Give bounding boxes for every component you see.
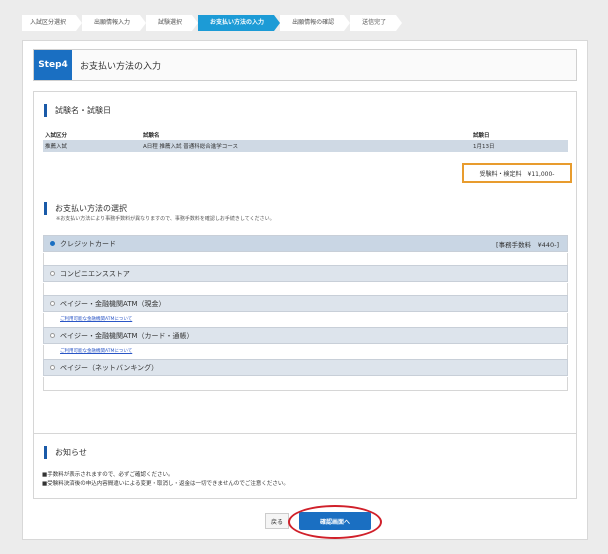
cell-category: 推薦入試 — [43, 140, 143, 152]
notice-section: お知らせ ■手数料が表示されますので、必ずご確認ください。 ■受験料決済後の申込… — [33, 433, 577, 499]
notice-line: ■受験料決済後の申込内容間違いによる変更・取消し・返金は一切できませんのでご注意… — [42, 481, 289, 487]
step-header: Step4 お支払い方法の入力 — [33, 49, 577, 81]
option-spacer — [43, 253, 568, 265]
breadcrumb-step-5: 出願情報の確認 — [280, 15, 351, 31]
notice-title-text: お知らせ — [55, 448, 87, 457]
radio-icon[interactable] — [50, 271, 55, 276]
radio-icon[interactable] — [50, 365, 55, 370]
notice-line: ■手数料が表示されますので、必ずご確認ください。 — [42, 472, 174, 478]
payment-option-payeasy-atm-card[interactable]: ペイジー・金融機関ATM（カード・通帳） — [43, 327, 568, 344]
breadcrumb-step-2: 出願情報入力 — [82, 15, 147, 31]
notice-text: ■手数料が表示されますので、必ずご確認ください。 ■受験料決済後の申込内容間違い… — [42, 471, 289, 489]
table-row: 推薦入試 A日程 推薦入試 普通科総合進学コース 1月13日 — [43, 140, 568, 152]
option-label: ペイジー（ネットバンキング） — [60, 363, 159, 372]
payment-option-payeasy-netbanking[interactable]: ペイジー（ネットバンキング） — [43, 359, 568, 376]
breadcrumb-step-1: 入試区分選択 — [22, 15, 83, 31]
exam-table: 入試区分 試験名 試験日 推薦入試 A日程 推薦入試 普通科総合進学コース 1月… — [43, 130, 568, 152]
button-area: 戻る 確認画面へ — [23, 505, 589, 539]
radio-selected-icon[interactable] — [50, 241, 55, 246]
header-exam-date: 試験日 — [473, 133, 490, 139]
handling-fee: [事務手数料 ¥440-] — [496, 240, 559, 249]
option-label: クレジットカード — [60, 239, 116, 248]
option-label: ペイジー・金融機関ATM（カード・通帳） — [60, 331, 194, 340]
payment-option-convenience-store[interactable]: コンビニエンスストア — [43, 265, 568, 282]
exam-table-header: 入試区分 試験名 試験日 — [43, 130, 568, 140]
section-bar — [44, 446, 47, 459]
radio-icon[interactable] — [50, 301, 55, 306]
exam-fee-box: 受験料・検定料 ¥11,000- — [462, 163, 572, 183]
section-bar — [44, 202, 47, 215]
option-label: コンビニエンスストア — [60, 269, 130, 278]
breadcrumb-step-4-current: お支払い方法の入力 — [198, 15, 281, 31]
option-spacer — [43, 377, 568, 391]
exam-section-title: 試験名・試験日 — [44, 104, 111, 117]
page-title: お支払い方法の入力 — [80, 61, 162, 72]
atm-info-link[interactable]: ご利用可能な金融機関ATMについて — [60, 316, 132, 322]
step-badge: Step4 — [34, 50, 72, 80]
radio-icon[interactable] — [50, 333, 55, 338]
option-link-area: ご利用可能な金融機関ATMについて — [43, 313, 568, 327]
option-label: ペイジー・金融機関ATM（現金） — [60, 299, 166, 308]
section-bar — [44, 104, 47, 117]
cell-exam-name: A日程 推薦入試 普通科総合進学コース — [143, 140, 473, 152]
breadcrumb: 入試区分選択 出願情報入力 試験選択 お支払い方法の入力 出願情報の確認 送信完… — [22, 12, 588, 34]
main-panel: Step4 お支払い方法の入力 試験名・試験日 入試区分 試験名 試験日 推薦入… — [22, 40, 588, 540]
notice-title: お知らせ — [44, 446, 87, 459]
back-button[interactable]: 戻る — [265, 513, 289, 529]
option-link-area: ご利用可能な金融機関ATMについて — [43, 345, 568, 359]
payment-section-title-text: お支払い方法の選択 — [55, 204, 127, 213]
option-spacer — [43, 283, 568, 295]
payment-note: ※お支払い方法により事務手数料が異なりますので、事務手数料を確認しお手続きしてく… — [56, 216, 275, 222]
header-exam-name: 試験名 — [143, 133, 160, 139]
cell-exam-date: 1月13日 — [473, 140, 568, 152]
atm-info-link[interactable]: ご利用可能な金融機関ATMについて — [60, 348, 132, 354]
breadcrumb-step-6: 送信完了 — [350, 15, 403, 31]
highlight-ring — [288, 505, 382, 539]
header-category: 入試区分 — [45, 133, 68, 139]
payment-option-credit-card[interactable]: クレジットカード [事務手数料 ¥440-] — [43, 235, 568, 252]
exam-payment-section: 試験名・試験日 入試区分 試験名 試験日 推薦入試 A日程 推薦入試 普通科総合… — [33, 91, 577, 441]
exam-section-title-text: 試験名・試験日 — [55, 106, 111, 115]
breadcrumb-step-3: 試験選択 — [146, 15, 199, 31]
payment-option-payeasy-atm-cash[interactable]: ペイジー・金融機関ATM（現金） — [43, 295, 568, 312]
payment-section-title: お支払い方法の選択 — [44, 202, 127, 215]
